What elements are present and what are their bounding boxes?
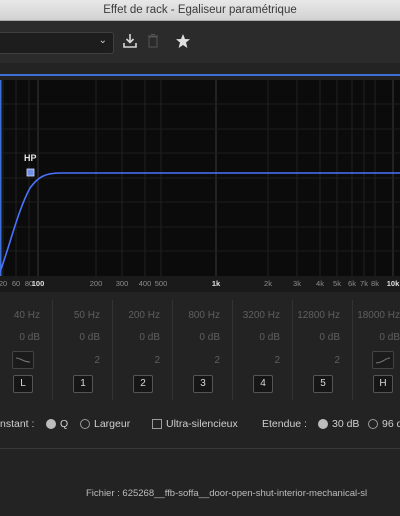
freq-tick: 5k [333, 279, 341, 288]
range-label: Etendue : [262, 418, 307, 430]
freq-tick: 200 [89, 279, 103, 288]
low-shelf-shape-icon[interactable] [12, 351, 34, 369]
freq-tick: 8k [371, 279, 379, 288]
file-label: Fichier : 625268__ffb-soffa__door-open-s… [86, 488, 368, 499]
options-row: nstant : Q Largeur Ultra-silencieux Eten… [0, 418, 400, 434]
band-gain[interactable]: 0 dB [19, 332, 40, 343]
band-q[interactable]: 2 [274, 355, 280, 366]
freq-tick: 300 [115, 279, 129, 288]
range-96-radio[interactable] [368, 419, 378, 429]
band-toggle-2[interactable]: 2 [133, 375, 153, 393]
freq-tick: 20 [0, 279, 8, 288]
band-1: 50 Hz 0 dB 2 1 [52, 300, 113, 400]
band-q[interactable]: 2 [334, 355, 340, 366]
freq-tick: 1k [211, 279, 221, 288]
band-gain[interactable]: 0 dB [379, 332, 400, 343]
band-toggle-high[interactable]: H [373, 375, 393, 393]
hp-handle[interactable] [26, 168, 35, 177]
eq-graph-canvas: HP [0, 80, 400, 276]
band-frequency[interactable]: 3200 Hz [243, 310, 280, 321]
ultra-quiet-label: Ultra-silencieux [166, 418, 238, 430]
band-frequency[interactable]: 40 Hz [14, 310, 40, 321]
band-2: 200 Hz 0 dB 2 2 [112, 300, 173, 400]
frequency-axis: 20 60 80 100 200 300 400 500 1k 2k 3k 4k… [0, 276, 400, 292]
band-q[interactable]: 2 [214, 355, 220, 366]
width-label: Largeur [94, 418, 131, 430]
width-radio[interactable] [80, 419, 90, 429]
band-high: 18000 Hz 0 dB H [352, 300, 400, 400]
high-shelf-shape-icon[interactable] [372, 351, 394, 369]
band-5: 12800 Hz 0 dB 2 5 [292, 300, 353, 400]
ultra-quiet-checkbox[interactable] [152, 419, 162, 429]
band-gain[interactable]: 0 dB [139, 332, 160, 343]
band-gain[interactable]: 0 dB [79, 332, 100, 343]
freq-tick: 4k [316, 279, 324, 288]
band-gain[interactable]: 0 dB [199, 332, 220, 343]
range-96-label: 96 d [382, 418, 400, 430]
freq-tick: 3k [293, 279, 301, 288]
band-frequency[interactable]: 12800 Hz [297, 310, 340, 321]
toolbar: ⌄ [0, 21, 400, 63]
graph-top-border [0, 74, 400, 76]
band-frequency[interactable]: 18000 Hz [357, 310, 400, 321]
band-low: 40 Hz 0 dB L [0, 300, 53, 400]
band-toggle-1[interactable]: 1 [73, 375, 93, 393]
band-frequency[interactable]: 200 Hz [128, 310, 160, 321]
band-gain[interactable]: 0 dB [319, 332, 340, 343]
freq-tick: 60 [11, 279, 21, 288]
band-3: 800 Hz 0 dB 2 3 [172, 300, 233, 400]
q-radio[interactable] [46, 419, 56, 429]
range-30-label: 30 dB [332, 418, 360, 430]
freq-tick: 10k [386, 279, 400, 288]
band-frequency[interactable]: 50 Hz [74, 310, 100, 321]
band-frequency[interactable]: 800 Hz [188, 310, 220, 321]
freq-tick: 100 [31, 279, 45, 288]
hp-label: HP [24, 153, 37, 163]
band-q[interactable]: 2 [154, 355, 160, 366]
chevron-down-icon: ⌄ [98, 35, 107, 46]
band-toggle-low[interactable]: L [13, 375, 33, 393]
trash-icon[interactable] [144, 33, 162, 51]
download-icon[interactable] [121, 33, 139, 51]
band-toggle-5[interactable]: 5 [313, 375, 333, 393]
window-title: Effet de rack - Egaliseur paramétrique [0, 0, 400, 21]
freq-tick: 400 [138, 279, 152, 288]
eq-graph[interactable]: HP [0, 80, 400, 276]
preset-dropdown[interactable]: ⌄ [0, 32, 114, 54]
band-q[interactable]: 2 [94, 355, 100, 366]
star-icon[interactable] [174, 33, 192, 51]
freq-tick: 2k [264, 279, 272, 288]
freq-tick: 500 [154, 279, 168, 288]
band-4: 3200 Hz 0 dB 2 4 [232, 300, 293, 400]
q-label: Q [60, 418, 69, 430]
band-toggle-4[interactable]: 4 [253, 375, 273, 393]
band-gain[interactable]: 0 dB [259, 332, 280, 343]
freq-tick: 6k [348, 279, 356, 288]
constant-label: nstant : [0, 418, 35, 430]
band-controls: 40 Hz 0 dB L 50 Hz 0 dB 2 1 200 Hz 0 dB … [0, 300, 400, 400]
divider [0, 448, 400, 449]
band-toggle-3[interactable]: 3 [193, 375, 213, 393]
range-30-radio[interactable] [318, 419, 328, 429]
freq-tick: 7k [360, 279, 368, 288]
